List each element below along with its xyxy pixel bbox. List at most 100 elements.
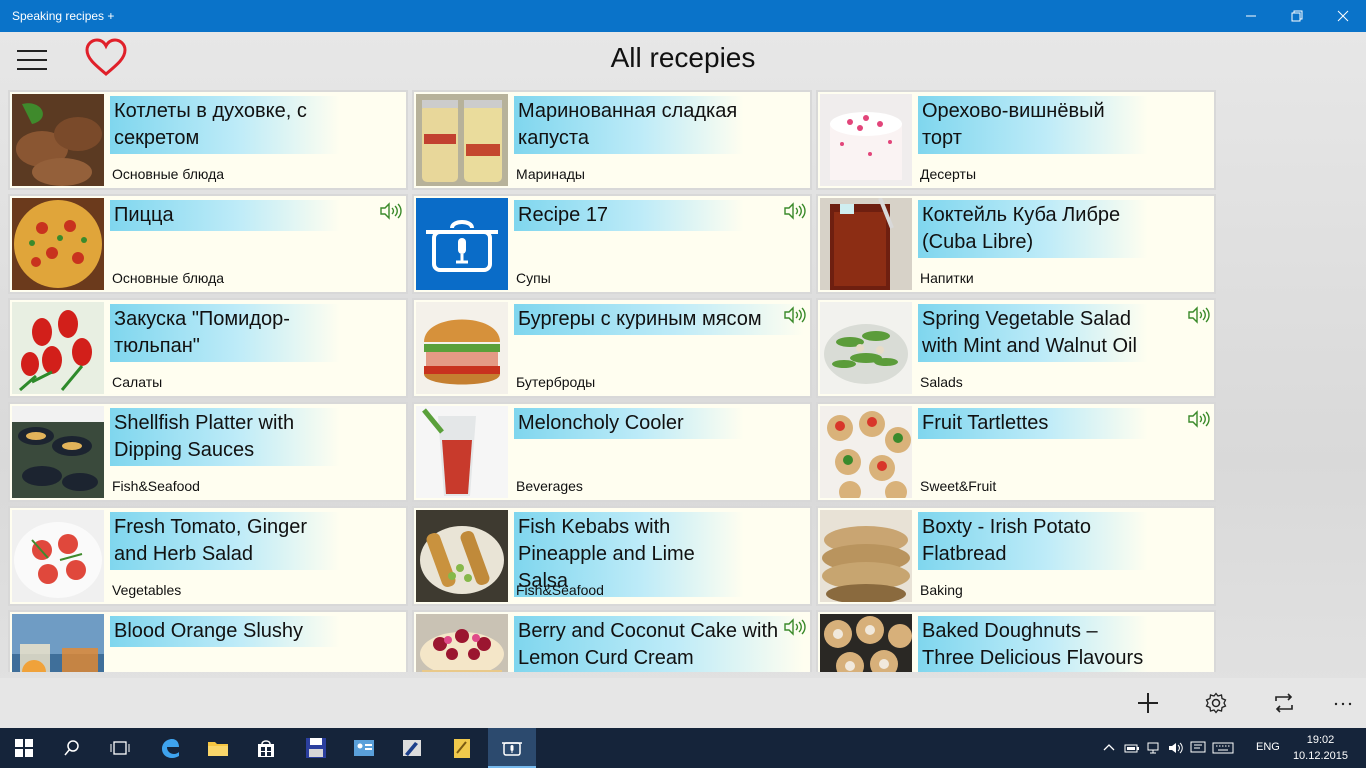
gear-icon [1205,692,1227,714]
taskbar-edge[interactable] [146,728,194,768]
recipe-tile[interactable]: Пицца Основные блюда [8,194,408,294]
taskbar-speaking-recipes[interactable] [488,728,536,768]
speaker-sound-icon[interactable] [784,306,806,324]
recipe-category: Fish&Seafood [112,478,200,494]
recipe-tile[interactable]: Meloncholy Cooler Beverages [412,402,812,502]
taskbar-clock[interactable]: 19:02 10.12.2015 [1293,732,1348,764]
recipe-tile[interactable]: Орехово-вишнёвый торт Десерты [816,90,1216,190]
cuba-libre-photo-image [820,198,912,290]
recipe-tile[interactable]: Fruit Tartlettes Sweet&Fruit [816,402,1216,502]
store-icon [258,740,274,757]
recipe-tile[interactable]: Recipe 17 Супы [412,194,812,294]
restore-button[interactable] [1274,0,1320,32]
taskbar-app-notes[interactable] [438,728,486,768]
contact-card-icon [354,740,374,756]
recipe-category: Fish&Seafood [516,582,604,598]
recipe-tile[interactable]: Blood Orange Slushy [8,610,408,672]
speaker-sound-icon[interactable] [784,202,806,220]
speaker-sound-icon[interactable] [1188,410,1210,428]
volume-icon[interactable] [1168,741,1184,755]
recipe-tile[interactable]: Бургеры с куриным мясом Бутерброды [412,298,812,398]
recipe-tile[interactable]: Закуска "Помидор-тюльпан" Салаты [8,298,408,398]
tomato-salad-photo [12,510,104,602]
speaker-sound-icon[interactable] [1188,306,1210,324]
more-button[interactable] [1330,690,1356,716]
recipe-tile[interactable]: Коктейль Куба Либре (Cuba Libre) Напитки [816,194,1216,294]
recipe-tile[interactable]: Baked Doughnuts – Three Delicious Flavou… [816,610,1216,672]
settings-button[interactable] [1203,690,1229,716]
taskbar-file-explorer[interactable] [194,728,242,768]
recipe-title: Blood Orange Slushy [110,616,340,647]
repeat-icon [1275,693,1293,713]
recipe-category: Основные блюда [112,270,225,286]
berry-coconut-cake-photo [416,614,508,672]
taskbar-save-app[interactable] [292,728,340,768]
fruit-tartlettes-photo [820,406,912,498]
recipe-tile[interactable]: Fresh Tomato, Ginger and Herb Salad Veget… [8,506,408,606]
tomato-tulip-photo [12,302,104,394]
recipe-title: Berry and Coconut Cake with Lemon Curd C… [514,616,804,672]
recipe-category: Супы [516,270,551,286]
start-button[interactable] [0,728,48,768]
speaker-sound-icon[interactable] [784,618,806,636]
restore-icon [1291,10,1303,22]
recipe-tile[interactable]: Shellfish Platter with Dipping Sauces Fis… [8,402,408,502]
recipe-tile[interactable]: Маринованная сладкая капуста Маринады [412,90,812,190]
recipe-tile[interactable]: Boxty - Irish Potato Flatbread Baking [816,506,1216,606]
recipe-title: Recipe 17 [514,200,744,231]
berry-coconut-cake-photo-image [416,614,508,672]
sync-button[interactable] [1271,690,1297,716]
taskbar-app-contacts[interactable] [340,728,388,768]
task-view-button[interactable] [96,728,144,768]
recipe-category: Baking [920,582,963,598]
input-language-indicator[interactable]: ENG [1256,741,1280,753]
recipe-tile[interactable]: Berry and Coconut Cake with Lemon Curd C… [412,610,812,672]
search-button[interactable] [48,728,96,768]
window-titlebar: Speaking recipes + [0,0,1366,32]
recipe-grid: Котлеты в духовке, с секретом Основные бл… [8,90,1218,672]
minimize-button[interactable] [1228,0,1274,32]
plus-icon [1138,693,1158,713]
recipe-title: Fresh Tomato, Ginger and Herb Salad [110,512,340,570]
network-icon[interactable] [1146,741,1162,755]
recipe-tile[interactable]: Fish Kebabs with Pineapple and Lime Sals… [412,506,812,606]
battery-icon[interactable] [1124,741,1140,755]
cuba-libre-photo [820,198,912,290]
chicken-burger-photo [416,302,508,394]
recipe-title: Маринованная сладкая капуста [514,96,744,154]
keyboard-icon[interactable] [1212,741,1234,755]
recipe-title: Spring Vegetable Salad with Mint and Wal… [918,304,1148,362]
pickled-cabbage-photo [416,94,508,186]
more-dots-icon [1334,702,1352,706]
action-center-icon[interactable] [1190,741,1206,755]
recipe-tile[interactable]: Котлеты в духовке, с секретом Основные бл… [8,90,408,190]
recipe-category: Основные блюда [112,166,225,182]
pot-microphone-icon [416,198,508,290]
edge-browser-icon [162,739,179,758]
taskbar-app-paint[interactable] [388,728,436,768]
recipe-tile[interactable]: Spring Vegetable Salad with Mint and Wal… [816,298,1216,398]
search-icon [64,740,79,756]
taskbar-store[interactable] [242,728,290,768]
close-button[interactable] [1320,0,1366,32]
boxty-photo [820,510,912,602]
blood-orange-slushy-photo-image [12,614,104,672]
recipe-title: Пицца [110,200,340,231]
windows-logo-icon [15,739,33,757]
pot-microphone-icon [502,742,522,756]
baked-doughnuts-photo-image [820,614,912,672]
fish-kebabs-photo [416,510,508,602]
speaker-sound-icon[interactable] [380,202,402,220]
minimize-icon [1246,15,1256,17]
chevron-up-icon[interactable] [1102,741,1116,755]
cherry-cake-photo [820,94,912,186]
recipe-title: Meloncholy Cooler [514,408,744,439]
recipe-category: Vegetables [112,582,182,598]
boxty-photo-image [820,510,912,602]
app-header: All recepies [0,32,1366,88]
recipe-title: Закуска "Помидор-тюльпан" [110,304,340,362]
floppy-disk-icon [306,738,326,758]
recipe-category: Салаты [112,374,163,390]
add-recipe-button[interactable] [1135,690,1161,716]
spring-salad-photo-image [820,302,912,394]
